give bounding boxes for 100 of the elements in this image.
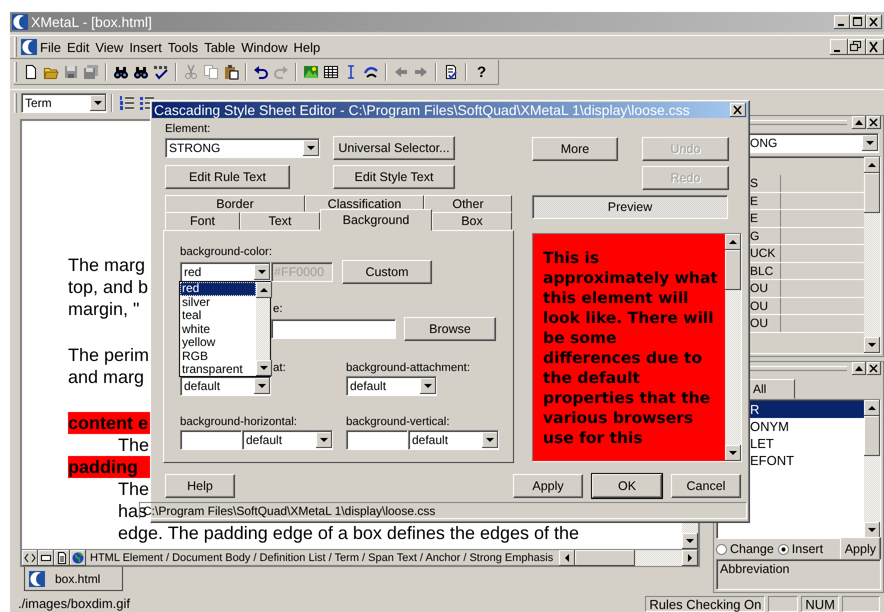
menu-item[interactable]: Window — [238, 40, 291, 54]
menu-item[interactable]: Tools — [164, 40, 202, 54]
numbered-list-icon[interactable] — [119, 94, 135, 110]
help-button[interactable]: Help — [165, 474, 235, 498]
edit-rule-button[interactable]: Edit Rule Text — [165, 165, 290, 189]
help-button[interactable]: ? — [471, 64, 492, 80]
left-arrow-icon[interactable] — [393, 64, 409, 80]
undo-icon[interactable] — [253, 64, 269, 80]
tab[interactable]: Border — [165, 195, 305, 212]
scroll-thumb[interactable] — [725, 250, 741, 290]
more-button[interactable]: More — [532, 137, 618, 161]
scroll-down-arrow-icon[interactable] — [864, 522, 880, 538]
style-select[interactable]: Term — [21, 92, 107, 112]
clipboard-icon[interactable] — [223, 64, 239, 80]
float-icon[interactable] — [852, 116, 866, 129]
menu-item[interactable]: View — [92, 40, 126, 54]
universal-selector-button[interactable]: Universal Selector... — [333, 136, 455, 160]
binoculars-icon[interactable] — [133, 64, 149, 80]
input-field[interactable] — [180, 430, 242, 450]
close-icon[interactable] — [866, 15, 882, 29]
scroll-up-arrow-icon[interactable] — [256, 282, 272, 298]
link-icon[interactable] — [363, 64, 379, 80]
tab[interactable]: Font — [165, 212, 240, 230]
dropdown-option[interactable]: RGB — [180, 350, 256, 363]
document-tab[interactable]: box.html — [24, 567, 124, 591]
image-icon[interactable] — [303, 64, 319, 80]
menu-item[interactable]: File — [37, 40, 64, 54]
globe-icon[interactable] — [70, 550, 86, 566]
close-icon[interactable] — [867, 116, 881, 129]
dropdown-arrow-icon[interactable] — [420, 378, 436, 394]
scroll-down-arrow-icon[interactable] — [682, 533, 698, 549]
app-logo-icon[interactable] — [21, 39, 37, 55]
dropdown-option[interactable]: white — [180, 322, 256, 336]
vertical-select[interactable]: default — [408, 430, 499, 450]
browse-button[interactable]: Browse — [404, 317, 496, 341]
page-view-icon[interactable] — [54, 550, 70, 566]
cancel-button[interactable]: Cancel — [671, 474, 741, 498]
menu-item[interactable]: Help — [290, 40, 324, 54]
repeat-select[interactable]: default — [180, 376, 271, 396]
scroll-down-arrow-icon[interactable] — [256, 360, 272, 376]
dropdown-option[interactable]: red — [180, 282, 256, 296]
dropdown-arrow-icon[interactable] — [254, 378, 270, 394]
dropdown-option[interactable]: yellow — [180, 336, 256, 350]
minimize-icon[interactable] — [834, 15, 850, 29]
binoculars-icon[interactable] — [113, 64, 129, 80]
custom-button[interactable]: Custom — [342, 260, 432, 284]
floppy-icon[interactable] — [63, 64, 79, 80]
normal-view-icon[interactable] — [38, 550, 54, 566]
stacked-floppy-icon[interactable] — [83, 64, 99, 80]
input-field[interactable] — [346, 430, 408, 450]
bullet-list-icon[interactable] — [139, 94, 155, 110]
tab[interactable]: Other — [424, 195, 512, 212]
preview-button[interactable]: Preview — [532, 195, 728, 219]
right-arrow-icon[interactable] — [413, 64, 429, 80]
scroll-down-arrow-icon[interactable] — [864, 337, 880, 353]
float-icon[interactable] — [852, 362, 866, 375]
checkmark-icon[interactable] — [153, 64, 169, 80]
dropdown-arrow-icon[interactable] — [90, 94, 106, 110]
vertical-scrollbar[interactable] — [864, 400, 880, 538]
close-icon[interactable] — [866, 39, 884, 55]
menu-item[interactable]: Edit — [64, 40, 92, 54]
menu-item[interactable]: Insert — [126, 40, 165, 54]
restore-icon[interactable] — [848, 39, 866, 55]
dropdown-arrow-icon[interactable] — [862, 135, 878, 151]
scroll-up-arrow-icon[interactable] — [725, 234, 741, 250]
input-field[interactable] — [271, 319, 396, 339]
scroll-thumb[interactable] — [864, 173, 880, 213]
close-icon[interactable] — [730, 103, 746, 117]
dropdown-option[interactable]: teal — [180, 309, 256, 322]
horizontal-scrollbar[interactable] — [559, 550, 698, 566]
vertical-scrollbar[interactable] — [256, 282, 270, 376]
page-icon[interactable] — [23, 64, 39, 80]
radio-button[interactable] — [778, 544, 789, 554]
ok-button[interactable]: OK — [592, 474, 662, 498]
scroll-thumb[interactable] — [864, 416, 880, 456]
maximize-icon[interactable] — [850, 15, 866, 29]
scroll-thumb[interactable] — [575, 550, 636, 566]
tab[interactable]: Text — [240, 212, 320, 230]
dropdown-option[interactable]: transparent — [180, 363, 256, 376]
table-icon[interactable] — [323, 64, 339, 80]
vertical-scrollbar[interactable] — [864, 157, 880, 353]
scroll-up-arrow-icon[interactable] — [864, 400, 880, 416]
dropdown-arrow-icon[interactable] — [316, 432, 332, 448]
dropdown-arrow-icon[interactable] — [482, 432, 498, 448]
scroll-down-arrow-icon[interactable] — [725, 445, 741, 461]
scroll-right-arrow-icon[interactable] — [682, 550, 698, 566]
horizontal-select[interactable]: default — [242, 430, 333, 450]
edit-style-button[interactable]: Edit Style Text — [333, 165, 455, 189]
minimize-icon[interactable] — [830, 39, 848, 55]
dropdown-arrow-icon[interactable] — [254, 264, 270, 280]
tab[interactable]: Background — [320, 209, 432, 231]
dropdown-arrow-icon[interactable] — [303, 140, 319, 156]
scroll-up-arrow-icon[interactable] — [864, 157, 880, 173]
color-select[interactable]: red — [180, 262, 271, 282]
close-icon[interactable] — [867, 362, 881, 375]
scroll-left-arrow-icon[interactable] — [559, 550, 576, 566]
document-check-icon[interactable] — [443, 64, 459, 80]
menu-item[interactable]: Table — [201, 40, 238, 54]
dropdown-option[interactable]: silver — [180, 296, 256, 309]
vertical-scrollbar[interactable] — [725, 234, 741, 461]
